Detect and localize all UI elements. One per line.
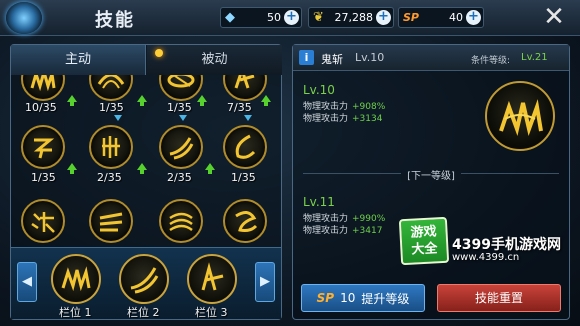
- skill-icon-2[interactable]: [89, 75, 133, 101]
- skill-level: Lv.10: [355, 51, 385, 64]
- tab-active-skills[interactable]: 主动: [11, 45, 146, 75]
- skill-icon-5[interactable]: [21, 125, 65, 169]
- next-level: Lv.11: [303, 195, 335, 209]
- gold-leaf-icon: ❦: [313, 10, 324, 25]
- skill-level-3: 1/35: [167, 101, 192, 114]
- upgrade-arrow-icon: [67, 95, 77, 106]
- skill-icon-1[interactable]: [21, 75, 65, 101]
- slot-1-label: 栏位 1: [59, 306, 92, 319]
- current-stat-row: 物理攻击力 +3134: [303, 111, 382, 124]
- stat-label: 物理攻击力: [303, 114, 349, 124]
- skill-level-4: 7/35: [227, 101, 252, 114]
- watermark-text: 4399手机游戏网: [452, 237, 561, 253]
- top-bar: 技能 ◆ 50 + ❦ 27,288 + SP 40 + ✕: [0, 0, 580, 36]
- upgrade-button[interactable]: SP 10 提升等级: [301, 284, 425, 312]
- upgrade-arrow-icon: [205, 163, 215, 174]
- stat-value: +3134: [352, 114, 383, 124]
- tab-passive-skills[interactable]: 被动: [147, 45, 282, 75]
- selected-skill-icon: [485, 81, 555, 151]
- sp-value: 40: [449, 11, 463, 24]
- skill-icon-12[interactable]: [223, 199, 267, 243]
- skill-level-5: 1/35: [31, 171, 56, 184]
- slot-2-skill[interactable]: [119, 254, 169, 304]
- page-title: 技能: [95, 10, 135, 31]
- tab-passive-label: 被动: [201, 52, 228, 67]
- next-stat-row: 物理攻击力 +3417: [303, 223, 382, 236]
- reset-skills-button[interactable]: 技能重置: [437, 284, 561, 312]
- next-level-header: [下一等级]: [293, 167, 569, 182]
- skill-level-1: 10/35: [25, 101, 57, 114]
- sp-cost-icon: SP: [316, 291, 335, 305]
- next-level-header-text: [下一等级]: [401, 171, 461, 182]
- current-level: Lv.10: [303, 83, 335, 97]
- skill-icon-10[interactable]: [89, 199, 133, 243]
- notification-dot-icon: [155, 49, 163, 57]
- sp-icon: SP: [403, 11, 419, 24]
- upgrade-arrow-icon: [261, 95, 271, 106]
- watermark-url: www.4399.cn: [452, 252, 520, 263]
- slot-next-button[interactable]: ▶: [255, 262, 275, 302]
- skill-level-8: 1/35: [231, 171, 256, 184]
- requirement-value: Lv.21: [521, 52, 548, 63]
- watermark-badge-bottom: 大全: [411, 241, 438, 258]
- info-icon[interactable]: i: [299, 50, 314, 65]
- add-sp-button[interactable]: +: [466, 10, 481, 25]
- close-button[interactable]: ✕: [540, 3, 568, 31]
- diamond-value: 50: [267, 11, 281, 24]
- upgrade-arrow-icon: [67, 163, 77, 174]
- skill-icon-6[interactable]: [89, 125, 133, 169]
- skill-level-6: 2/35: [97, 171, 122, 184]
- skill-level-7: 2/35: [167, 171, 192, 184]
- upgrade-arrow-icon: [137, 95, 147, 106]
- skill-list-panel: 主动 被动 10/35 1/35 1/35 7/35 1/35 2/35 2/3…: [10, 44, 282, 320]
- slot-2-label: 栏位 2: [127, 306, 160, 319]
- skill-icon-11[interactable]: [159, 199, 203, 243]
- skill-slot-bar: ◀ 栏位 1 栏位 2 栏位 3 ▶: [11, 247, 281, 319]
- skill-level-2: 1/35: [99, 101, 124, 114]
- skill-icon-9[interactable]: [21, 199, 65, 243]
- gold-value: 27,288: [334, 11, 374, 24]
- upgrade-label: 提升等级: [361, 291, 410, 306]
- stat-label: 物理攻击力: [303, 226, 349, 236]
- add-diamond-button[interactable]: +: [284, 10, 299, 25]
- slot-1-skill[interactable]: [51, 254, 101, 304]
- sp-counter: SP 40 +: [398, 7, 484, 28]
- skill-icon-7[interactable]: [159, 125, 203, 169]
- skill-detail-header: i 鬼斩 Lv.10 条件等级: Lv.21: [293, 45, 569, 71]
- diamond-icon: ◆: [225, 10, 235, 25]
- upgrade-arrow-icon: [137, 163, 147, 174]
- slot-3-label: 栏位 3: [195, 306, 228, 319]
- slot-3-skill[interactable]: [187, 254, 237, 304]
- equipped-marker-icon: [114, 115, 122, 121]
- requirement-label: 条件等级:: [471, 56, 511, 66]
- skill-name: 鬼斩: [321, 53, 343, 66]
- diamond-counter: ◆ 50 +: [220, 7, 302, 28]
- upgrade-cost: 10: [340, 291, 356, 305]
- skill-icon-8[interactable]: [223, 125, 267, 169]
- skill-grid: 10/35 1/35 1/35 7/35 1/35 2/35 2/35 1/35: [11, 75, 281, 249]
- menu-swirl-icon[interactable]: [6, 2, 42, 34]
- equipped-marker-icon: [244, 115, 252, 121]
- slot-prev-button[interactable]: ◀: [17, 262, 37, 302]
- watermark-logo: 游戏 大全: [398, 216, 450, 266]
- stat-value: +3417: [352, 226, 383, 236]
- gold-counter: ❦ 27,288 +: [308, 7, 394, 28]
- upgrade-arrow-icon: [197, 95, 207, 106]
- equipped-marker-icon: [179, 115, 187, 121]
- add-gold-button[interactable]: +: [376, 10, 391, 25]
- skill-detail-panel: i 鬼斩 Lv.10 条件等级: Lv.21 Lv.10 物理攻击力 +908% …: [292, 44, 570, 320]
